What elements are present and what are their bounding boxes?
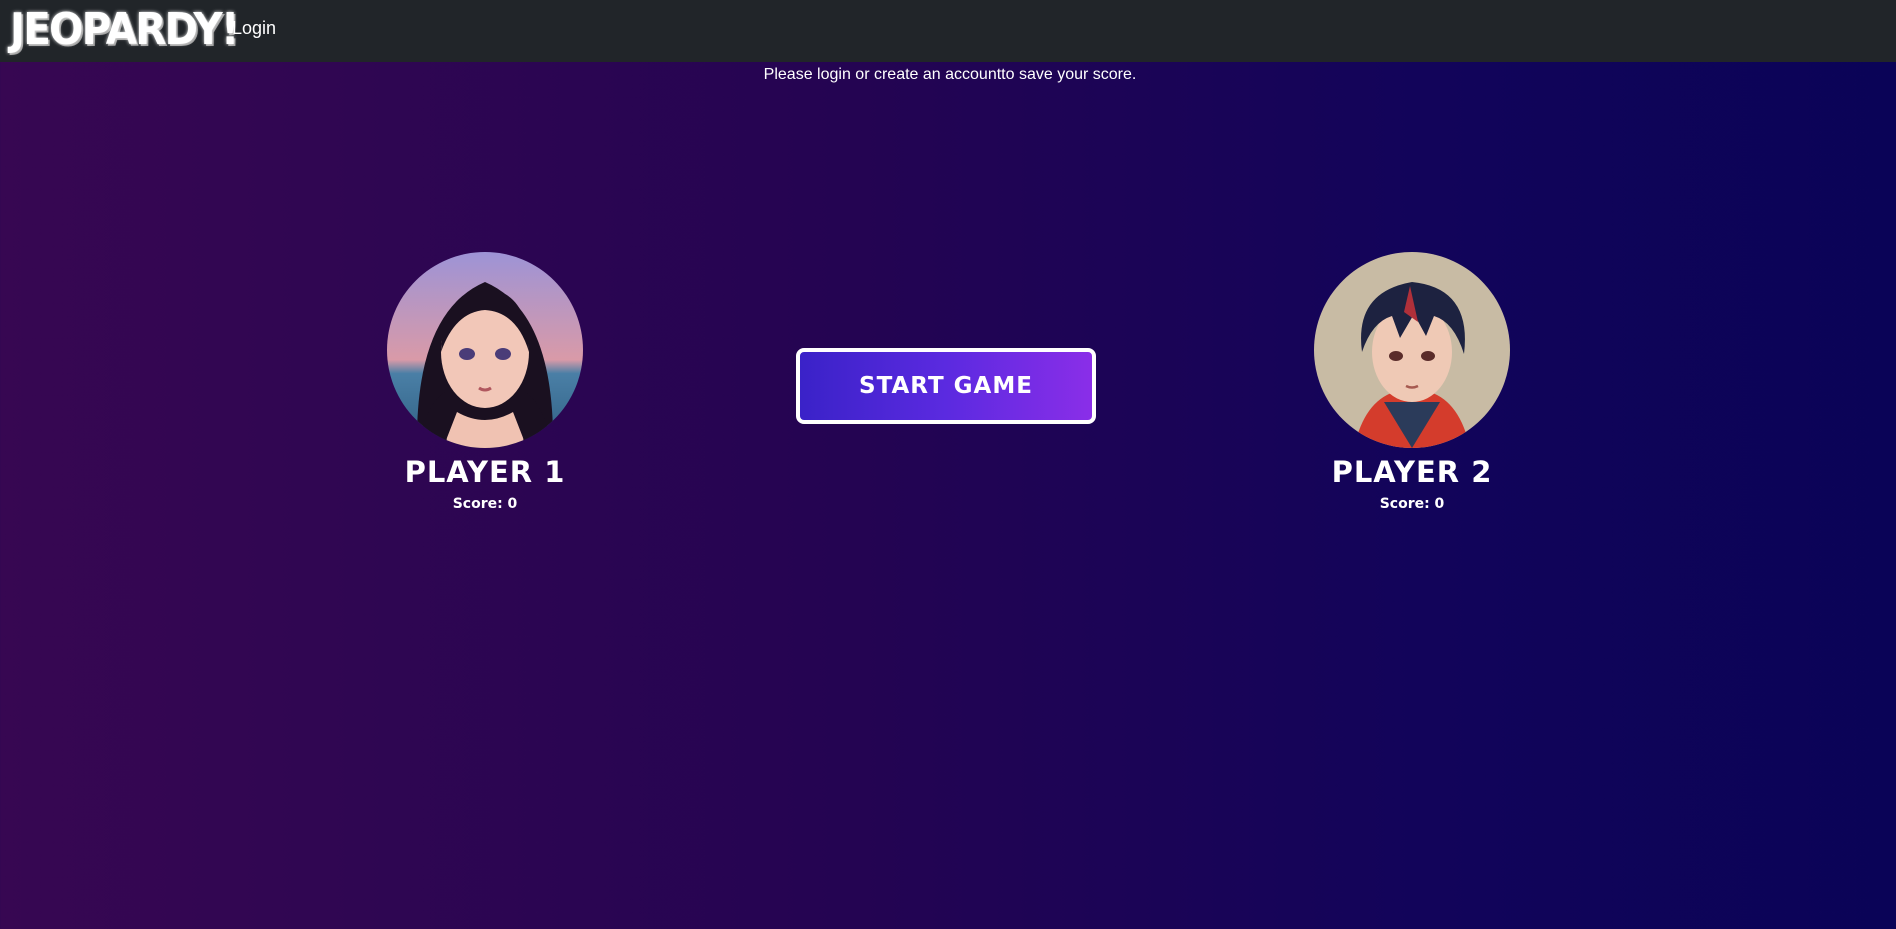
login-link[interactable]: Login: [232, 16, 276, 40]
player-1-card: PLAYER 1 Score: 0: [365, 252, 605, 514]
jeopardy-logo[interactable]: JEOPARDY!: [10, 4, 239, 56]
player-2-score: Score: 0: [1379, 496, 1445, 512]
player-2-name: PLAYER 2: [1331, 455, 1493, 489]
player-1-name: PLAYER 1: [404, 455, 566, 489]
login-notice: Please login or create an accountto save…: [763, 66, 1137, 83]
player-2-card: PLAYER 2 Score: 0: [1292, 252, 1532, 514]
player-2-avatar: [1314, 252, 1510, 448]
navbar: JEOPARDY! Login: [0, 0, 1896, 62]
player-1-avatar: [387, 252, 583, 448]
player-1-score: Score: 0: [452, 496, 518, 512]
start-game-button[interactable]: START GAME: [796, 348, 1096, 424]
